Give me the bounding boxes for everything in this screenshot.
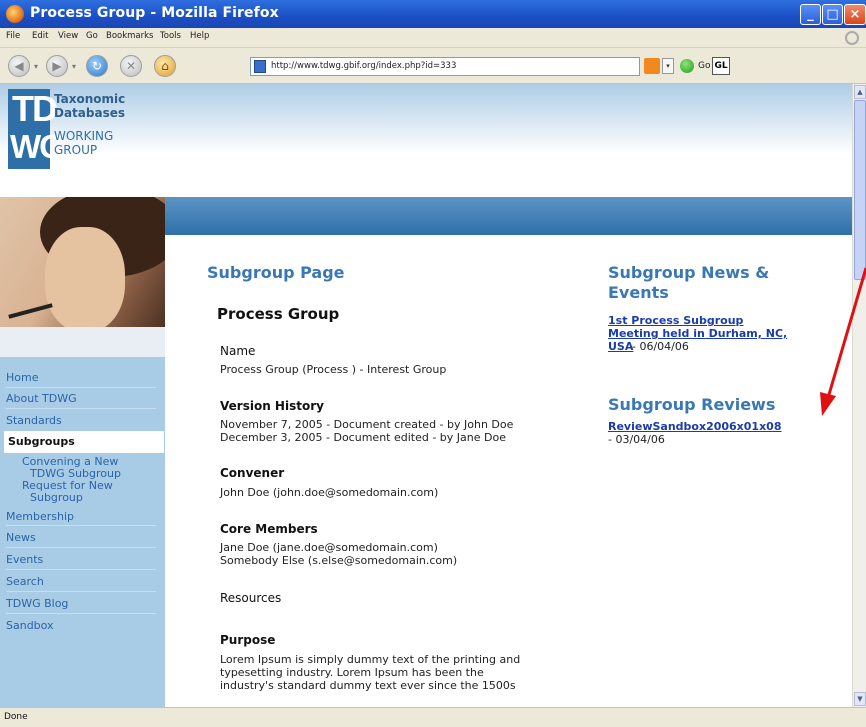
- menu-tools[interactable]: Tools: [160, 31, 181, 41]
- status-text: Done: [4, 712, 28, 722]
- go-icon[interactable]: [680, 59, 694, 73]
- stop-icon[interactable]: ✕: [120, 55, 142, 77]
- group-title: Process Group: [217, 305, 340, 323]
- version-entry-1: November 7, 2005 - Document created - by…: [220, 418, 514, 431]
- nav-divider: [6, 408, 156, 409]
- close-button[interactable]: ×: [844, 4, 866, 25]
- logo-line-1: Taxonomic: [54, 92, 126, 106]
- news-link-line1[interactable]: 1st Process Subgroup: [608, 314, 743, 327]
- header-banner: [165, 197, 852, 235]
- headset-mic: [8, 303, 53, 319]
- maximize-button[interactable]: □: [822, 4, 843, 25]
- search-engine-dropdown[interactable]: ▾: [662, 58, 674, 74]
- site-favicon-icon: [254, 60, 266, 73]
- throbber-icon: [845, 31, 859, 45]
- nav-news[interactable]: News: [6, 531, 36, 544]
- header-photo: [0, 197, 165, 357]
- navigation-toolbar: ◀ ▾ ▶ ▾ ↻ ✕ ⌂ http://www.tdwg.gbif.org/i…: [0, 48, 866, 84]
- scroll-down-icon[interactable]: ▼: [854, 692, 866, 706]
- news-heading-line1: Subgroup News &: [608, 263, 770, 282]
- url-bar[interactable]: http://www.tdwg.gbif.org/index.php?id=33…: [250, 57, 640, 76]
- nav-divider: [6, 525, 156, 526]
- scroll-up-icon[interactable]: ▲: [854, 85, 866, 99]
- nav-divider: [6, 547, 156, 548]
- version-history-label: Version History: [220, 399, 324, 413]
- logo-line-2: Databases: [54, 106, 126, 120]
- menu-help[interactable]: Help: [190, 31, 209, 41]
- nav-search[interactable]: Search: [6, 575, 44, 588]
- page-viewport: TD WG Taxonomic Databases WORKING GROUP …: [0, 84, 852, 707]
- nav-divider: [6, 613, 156, 614]
- status-bar: Done: [0, 707, 866, 727]
- nav-about[interactable]: About TDWG: [6, 392, 77, 405]
- nav-divider: [6, 591, 156, 592]
- home-icon[interactable]: ⌂: [154, 55, 176, 77]
- name-label: Name: [220, 344, 256, 358]
- review-date: - 03/04/06: [608, 433, 665, 446]
- news-date: - 06/04/06: [632, 340, 689, 353]
- menu-bar: File Edit View Go Bookmarks Tools Help: [0, 28, 866, 48]
- photo-face: [45, 227, 125, 332]
- nav-divider: [6, 569, 156, 570]
- tdwg-logo[interactable]: TD WG Taxonomic Databases WORKING GROUP: [8, 89, 148, 169]
- purpose-line-3: industry's standard dummy text ever sinc…: [220, 679, 516, 692]
- core-member-1: Jane Doe (jane.doe@somedomain.com): [220, 541, 438, 554]
- core-member-2: Somebody Else (s.else@somedomain.com): [220, 554, 458, 567]
- page-heading: Subgroup Page: [207, 263, 345, 282]
- logo-line-3: WORKING: [54, 129, 114, 143]
- menu-bookmarks[interactable]: Bookmarks: [106, 31, 154, 41]
- nav-subgroups[interactable]: Subgroups: [8, 435, 75, 448]
- purpose-line-1: Lorem Ipsum is simply dummy text of the …: [220, 653, 521, 666]
- window-titlebar: Process Group - Mozilla Firefox _ □ ×: [0, 0, 866, 28]
- logo-td: TD: [12, 88, 58, 129]
- menu-edit[interactable]: Edit: [32, 31, 48, 41]
- photo-shirt: [0, 327, 165, 357]
- firefox-icon: [6, 5, 24, 23]
- minimize-button[interactable]: _: [800, 4, 821, 25]
- forward-dropdown-icon[interactable]: ▾: [72, 62, 76, 71]
- version-entry-2: December 3, 2005 - Document edited - by …: [220, 431, 506, 444]
- name-value: Process Group (Process ) - Interest Grou…: [220, 363, 447, 376]
- annotation-arrow: [820, 267, 866, 416]
- menu-go[interactable]: Go: [86, 31, 98, 41]
- menu-file[interactable]: File: [6, 31, 20, 41]
- back-dropdown-icon[interactable]: ▾: [34, 62, 38, 71]
- menu-view[interactable]: View: [58, 31, 78, 41]
- nav-standards[interactable]: Standards: [6, 414, 62, 427]
- convener-label: Convener: [220, 466, 285, 480]
- news-link-line3[interactable]: USA: [608, 340, 633, 353]
- nav-request-line2[interactable]: Subgroup: [30, 492, 83, 504]
- reviews-heading: Subgroup Reviews: [608, 395, 776, 414]
- core-members-label: Core Members: [220, 522, 318, 536]
- back-icon[interactable]: ◀: [8, 55, 30, 77]
- purpose-label: Purpose: [220, 633, 276, 647]
- nav-divider: [6, 387, 156, 388]
- review-link[interactable]: ReviewSandbox2006x01x08: [608, 420, 782, 433]
- forward-icon[interactable]: ▶: [46, 55, 68, 77]
- nav-events[interactable]: Events: [6, 553, 43, 566]
- logo-line-4: GROUP: [54, 143, 98, 157]
- rss-feed-icon[interactable]: [644, 58, 660, 74]
- nav-tdwg-blog[interactable]: TDWG Blog: [6, 597, 68, 610]
- reload-icon[interactable]: ↻: [86, 55, 108, 77]
- nav-sandbox[interactable]: Sandbox: [6, 619, 54, 632]
- main-content: Subgroup Page Process Group Name Process…: [165, 235, 852, 707]
- site-header: TD WG Taxonomic Databases WORKING GROUP: [0, 84, 852, 197]
- window-title: Process Group - Mozilla Firefox: [30, 5, 279, 21]
- search-engine-icon[interactable]: GL: [712, 57, 730, 75]
- news-link-line2[interactable]: Meeting held in Durham, NC,: [608, 327, 787, 340]
- purpose-line-2: typesetting industry. Lorem Ipsum has be…: [220, 666, 484, 679]
- left-navigation: Home About TDWG Standards Subgroups Conv…: [0, 357, 165, 707]
- nav-membership[interactable]: Membership: [6, 510, 74, 523]
- url-text: http://www.tdwg.gbif.org/index.php?id=33…: [271, 61, 457, 71]
- nav-home[interactable]: Home: [6, 371, 38, 384]
- news-heading-line2: Events: [608, 283, 669, 302]
- scroll-thumb[interactable]: [854, 100, 866, 280]
- convener-value: John Doe (john.doe@somedomain.com): [220, 486, 439, 499]
- resources-label: Resources: [220, 591, 282, 605]
- go-button-label[interactable]: Go: [698, 61, 710, 71]
